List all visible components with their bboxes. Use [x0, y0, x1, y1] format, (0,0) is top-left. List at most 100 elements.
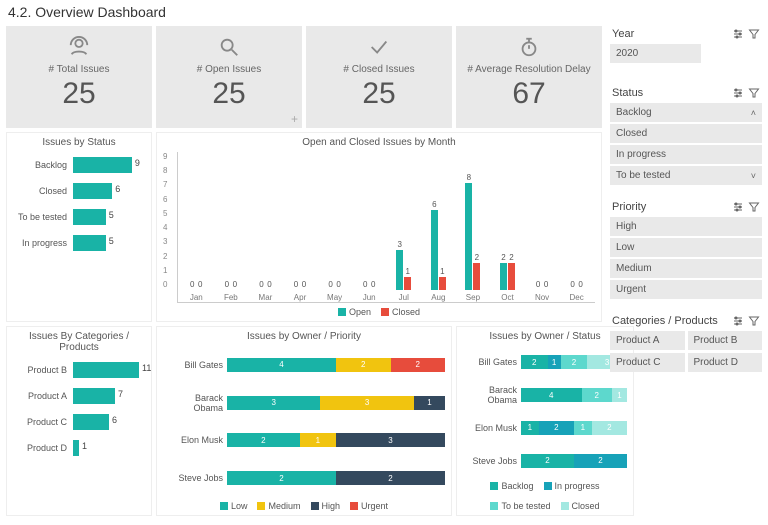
slicer-item-product-a[interactable]: Product A [610, 331, 685, 350]
settings-icon[interactable] [732, 201, 744, 213]
legend-item[interactable]: To be tested [490, 501, 550, 511]
legend-item[interactable]: Urgent [350, 501, 388, 511]
headset-icon [68, 36, 90, 58]
chart-owner-priority[interactable]: Issues by Owner / Priority Bill Gates422… [156, 326, 452, 516]
stack-row[interactable]: Bill Gates422 [163, 353, 445, 377]
stack-row[interactable]: Elon Musk213 [163, 428, 445, 452]
slicer-item-to-be-tested[interactable]: To be tested˅ [610, 166, 762, 185]
column-bar[interactable]: 8 [465, 183, 472, 290]
slicer-item-backlog[interactable]: Backlog˄ [610, 103, 762, 122]
kpi-open-issues[interactable]: # Open Issues 25 + [156, 26, 302, 128]
bar-row[interactable]: Product B 11 [13, 357, 145, 383]
month-group[interactable]: 00Jan [180, 170, 213, 302]
plus-icon[interactable]: + [291, 112, 298, 126]
legend-item[interactable]: Medium [257, 501, 300, 511]
stack-segment[interactable]: 2 [539, 421, 574, 435]
stack-row[interactable]: Steve Jobs22 [163, 466, 445, 490]
stack-row[interactable]: Barack Obama331 [163, 391, 445, 415]
month-label: Jan [190, 293, 203, 302]
legend-item[interactable]: In progress [544, 481, 600, 491]
month-group[interactable]: 00Jun [353, 170, 386, 302]
column-bar[interactable]: 2 [500, 263, 507, 290]
legend-item[interactable]: High [311, 501, 341, 511]
stack-segment[interactable]: 2 [336, 358, 391, 372]
slicer-item-closed[interactable]: Closed [610, 124, 762, 143]
slicer-item-product-c[interactable]: Product C [610, 353, 685, 372]
column-bar[interactable]: 1 [404, 277, 411, 290]
month-group[interactable]: 00Apr [284, 170, 317, 302]
stack-segment[interactable]: 1 [574, 421, 592, 435]
slicer-item-low[interactable]: Low [610, 238, 762, 257]
legend-item[interactable]: Low [220, 501, 248, 511]
month-label: Aug [431, 293, 445, 302]
stack-row[interactable]: Barack Obama421 [463, 383, 627, 407]
legend-item[interactable]: Closed [381, 307, 420, 317]
bar-row[interactable]: Closed 6 [13, 178, 145, 204]
month-group[interactable]: 00Nov [526, 170, 559, 302]
stack-segment[interactable]: 1 [414, 396, 445, 410]
month-group[interactable]: 31Jul [387, 170, 420, 302]
stack-segment[interactable]: 4 [227, 358, 336, 372]
chart-open-closed-by-month[interactable]: Open and Closed Issues by Month 98765432… [156, 132, 602, 322]
settings-icon[interactable] [732, 315, 744, 327]
column-bar[interactable]: 6 [431, 210, 438, 290]
stack-segment[interactable]: 2 [521, 454, 574, 468]
chart-issues-by-category[interactable]: Issues By Categories / Products Product … [6, 326, 152, 516]
stack-segment[interactable]: 4 [521, 388, 582, 402]
stack-row[interactable]: Steve Jobs22 [463, 449, 627, 473]
bar-row[interactable]: Backlog 9 [13, 152, 145, 178]
stack-segment[interactable]: 2 [521, 355, 548, 369]
month-group[interactable]: 22Oct [491, 170, 524, 302]
month-group[interactable]: 82Sep [457, 170, 490, 302]
stack-segment[interactable]: 2 [227, 471, 336, 485]
slicer-item-2020[interactable]: 2020 [610, 44, 701, 63]
stack-segment[interactable]: 1 [521, 421, 539, 435]
kpi-total-issues[interactable]: # Total Issues 25 [6, 26, 152, 128]
stack-segment[interactable]: 1 [300, 433, 336, 447]
stack-segment[interactable]: 3 [336, 433, 445, 447]
bar-row[interactable]: Product C 6 [13, 409, 145, 435]
month-group[interactable]: 00Mar [249, 170, 282, 302]
slicer-item-in-progress[interactable]: In progress [610, 145, 762, 164]
stack-row[interactable]: Elon Musk1212 [463, 416, 627, 440]
legend-item[interactable]: Backlog [490, 481, 533, 491]
column-bar[interactable]: 3 [396, 250, 403, 290]
chart-issues-by-status[interactable]: Issues by Status Backlog 9 Closed 6 To b… [6, 132, 152, 322]
month-group[interactable]: 00Dec [560, 170, 593, 302]
stack-segment[interactable]: 2 [391, 358, 446, 372]
month-group[interactable]: 00Feb [215, 170, 248, 302]
legend-item[interactable]: Open [338, 307, 371, 317]
month-group[interactable]: 61 Aug [422, 170, 455, 302]
kpi-closed-issues[interactable]: # Closed Issues 25 [306, 26, 452, 128]
kpi-avg-resolution-delay[interactable]: # Average Resolution Delay 67 [456, 26, 602, 128]
column-bar[interactable]: 2 [508, 263, 515, 290]
chevron-up-icon[interactable]: ˄ [751, 108, 756, 118]
stack-segment[interactable]: 3 [227, 396, 320, 410]
stack-segment[interactable]: 3 [320, 396, 413, 410]
month-group[interactable]: 00May [318, 170, 351, 302]
settings-icon[interactable] [732, 28, 744, 40]
stack-row[interactable]: Bill Gates2123 [463, 350, 627, 374]
settings-icon[interactable] [732, 87, 744, 99]
column-bar[interactable]: 2 [473, 263, 480, 290]
stack-segment[interactable]: 2 [227, 433, 300, 447]
bar-row[interactable]: In progress 5 [13, 230, 145, 256]
clear-filter-icon[interactable] [748, 28, 760, 40]
slicer-item-product-b[interactable]: Product B [688, 331, 763, 350]
slicer-item-high[interactable]: High [610, 217, 762, 236]
stack-segment[interactable]: 2 [336, 471, 445, 485]
chevron-down-icon[interactable]: ˅ [751, 171, 756, 181]
bar-row[interactable]: To be tested 5 [13, 204, 145, 230]
clear-filter-icon[interactable] [748, 87, 760, 99]
clear-filter-icon[interactable] [748, 315, 760, 327]
legend-item[interactable]: Closed [561, 501, 600, 511]
stack-segment[interactable]: 1 [548, 355, 561, 369]
column-bar[interactable]: 1 [439, 277, 446, 290]
stack-segment[interactable]: 2 [561, 355, 588, 369]
clear-filter-icon[interactable] [748, 201, 760, 213]
bar-row[interactable]: Product D 1 [13, 435, 145, 461]
slicer-item-product-d[interactable]: Product D [688, 353, 763, 372]
bar-row[interactable]: Product A 7 [13, 383, 145, 409]
slicer-item-medium[interactable]: Medium [610, 259, 762, 278]
slicer-item-urgent[interactable]: Urgent [610, 280, 762, 299]
